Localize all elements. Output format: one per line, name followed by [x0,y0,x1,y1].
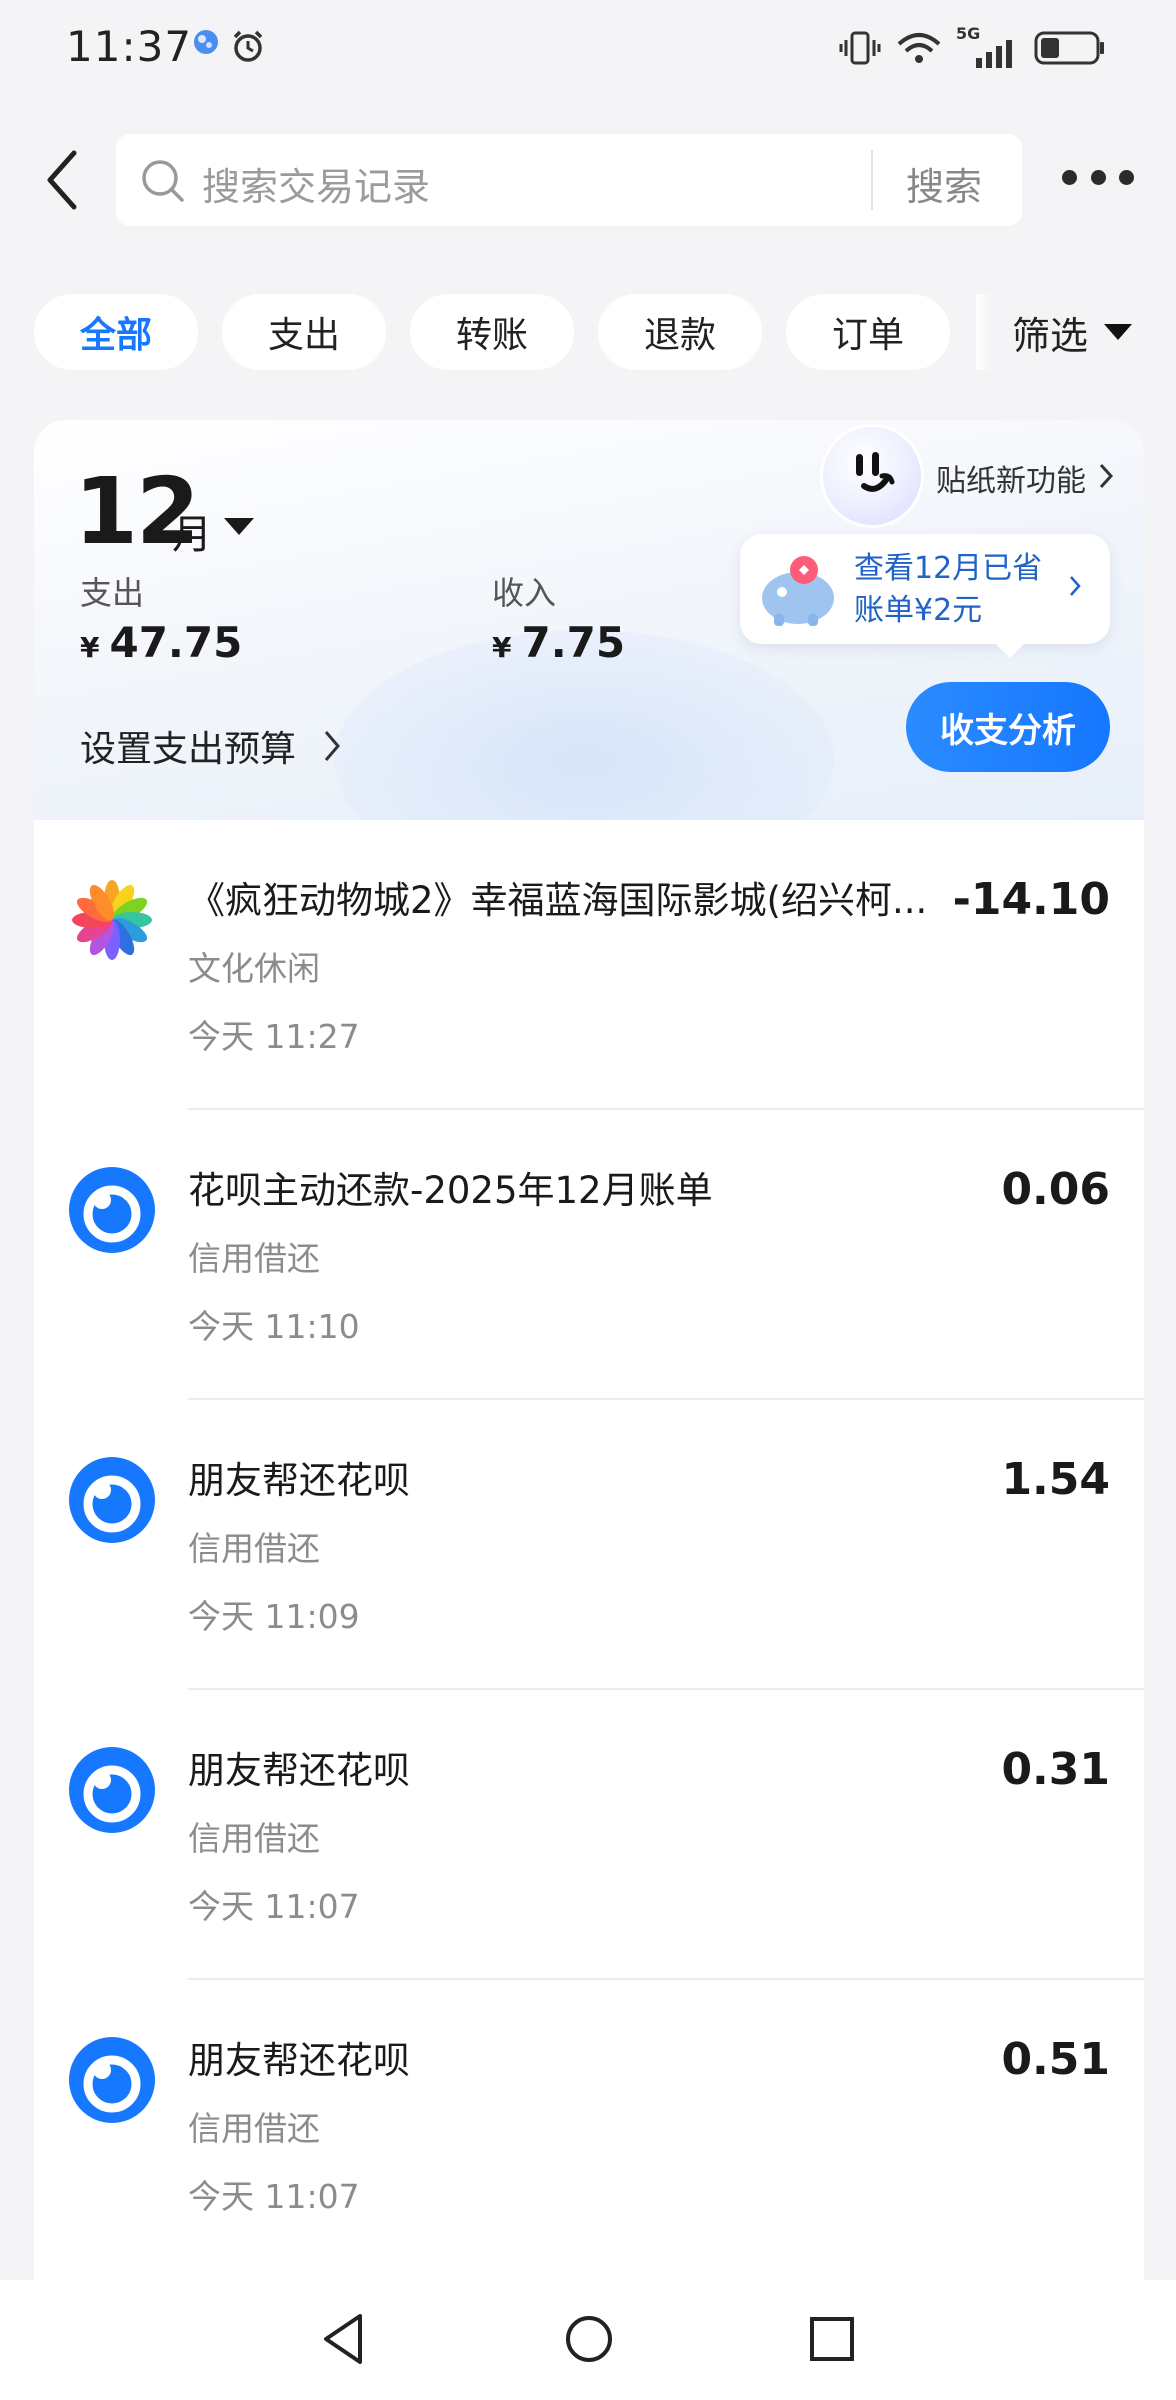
chevron-right-icon [1070,576,1081,596]
filter-chip-all[interactable]: 全部 [34,294,198,370]
transaction-time: 今天 11:07 [188,2177,360,2216]
search-icon [142,160,184,202]
expense-amount: 47.75 [109,618,243,667]
filter-chip-transfer[interactable]: 转账 [410,294,574,370]
search-button[interactable]: 搜索 [906,156,982,211]
month-dropdown-icon[interactable] [224,518,254,535]
transaction-amount: -14.10 [952,874,1110,925]
transaction-row[interactable]: 《疯狂动物城2》幸福蓝海国际影城(绍兴柯... 文化休闲 今天 11:27 -1… [34,820,1144,1110]
vibrate-icon [839,31,881,65]
more-dots-icon[interactable] [1062,170,1134,190]
filter-chip-order[interactable]: 订单 [786,294,950,370]
savings-line-2: 账单¥2元 [854,593,983,628]
expense-value: ¥47.75 [80,618,242,667]
transaction-title: 朋友帮还花呗 [188,1749,410,1792]
back-button[interactable] [38,145,88,215]
transaction-amount: 1.54 [1001,1454,1110,1505]
transaction-title: 花呗主动还款-2025年12月账单 [188,1169,713,1212]
transaction-row[interactable]: 花呗主动还款-2025年12月账单 信用借还 今天 11:10 0.06 [34,1110,1144,1400]
nav-home-icon[interactable] [562,2310,616,2368]
transaction-amount: 0.31 [1001,1744,1110,1795]
transaction-category: 信用借还 [188,1239,320,1278]
savings-tooltip-card[interactable]: 查看12月已省 账单¥2元 [740,534,1110,658]
set-budget-link[interactable]: 设置支出预算 [80,720,342,772]
income-amount: 7.75 [521,618,626,667]
piggy-bank-icon [762,556,834,626]
search-divider [871,150,873,210]
cellular-signal-icon: 5G [956,24,1020,68]
caret-down-icon [1104,324,1133,340]
transaction-title: 《疯狂动物城2》幸福蓝海国际影城(绍兴柯... [188,879,928,922]
transaction-row[interactable]: 朋友帮还花呗 信用借还 今天 11:07 0.51 [34,1980,1144,2270]
filter-chip-refund[interactable]: 退款 [598,294,762,370]
sticker-avatar-icon[interactable] [820,424,924,528]
search-input[interactable]: 搜索交易记录 [202,156,430,211]
income-currency: ¥ [492,631,512,664]
huabei-icon [69,2037,155,2123]
status-bar: 11:37 5G [0,0,1176,100]
huabei-icon [69,1457,155,1543]
expense-currency: ¥ [80,631,100,664]
transaction-time: 今天 11:10 [188,1307,360,1346]
transaction-list: 《疯狂动物城2》幸福蓝海国际影城(绍兴柯... 文化休闲 今天 11:27 -1… [34,820,1144,2300]
wifi-icon [897,33,941,63]
transaction-title: 朋友帮还花呗 [188,2039,410,2082]
transaction-title: 朋友帮还花呗 [188,1459,410,1502]
chevron-right-icon [324,731,340,761]
movie-pinwheel-icon [72,880,152,960]
app-notification-icon [194,30,218,54]
transaction-time: 今天 11:07 [188,1887,360,1926]
budget-label: 设置支出预算 [80,729,297,770]
status-time: 11:37 [66,22,193,71]
savings-text: 查看12月已省 账单¥2元 [854,548,1042,632]
transaction-row[interactable]: 朋友帮还花呗 信用借还 今天 11:07 0.31 [34,1690,1144,1980]
transaction-amount: 0.06 [1001,1164,1110,1215]
savings-line-1: 查看12月已省 [854,551,1043,586]
transaction-category: 信用借还 [188,1529,320,1568]
sticker-feature-label[interactable]: 贴纸新功能 [936,456,1086,500]
transaction-time: 今天 11:27 [188,1017,360,1056]
transaction-row[interactable]: 朋友帮还花呗 信用借还 今天 11:09 1.54 [34,1400,1144,1690]
huabei-icon [69,1747,155,1833]
filter-label: 筛选 [1012,313,1089,358]
huabei-icon [69,1167,155,1253]
transaction-category: 信用借还 [188,2109,320,2148]
expense-label: 支出 [80,574,145,612]
transaction-category: 文化休闲 [188,949,320,988]
chevron-right-icon [1099,463,1114,489]
nav-back-icon[interactable] [318,2310,368,2368]
alarm-icon [233,30,263,62]
search-box[interactable]: 搜索交易记录 搜索 [116,134,1022,226]
income-expense-analysis-button[interactable]: 收支分析 [906,682,1110,772]
income-label: 收入 [492,574,557,612]
month-unit[interactable]: 月 [172,502,212,560]
transaction-amount: 0.51 [1001,2034,1110,2085]
transaction-category: 信用借还 [188,1819,320,1858]
battery-icon [1034,31,1104,65]
filter-dropdown-button[interactable]: 筛选 [976,294,1176,370]
income-value: ¥7.75 [492,618,625,667]
system-navigation-bar [0,2280,1176,2400]
transaction-time: 今天 11:09 [188,1597,360,1636]
nav-recents-icon[interactable] [806,2310,858,2368]
filter-chip-expense[interactable]: 支出 [222,294,386,370]
